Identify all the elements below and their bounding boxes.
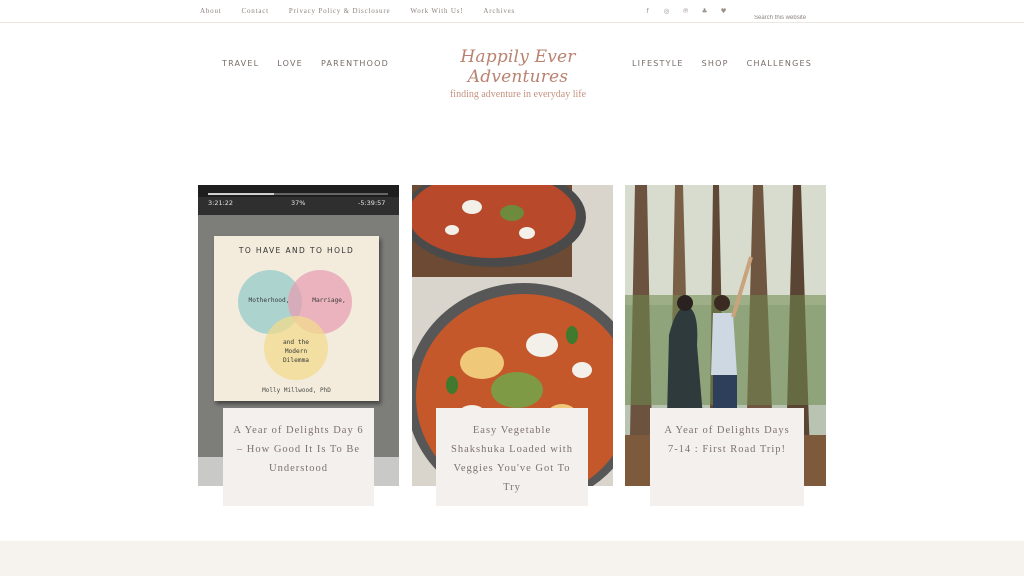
post-card-2-title[interactable]: Easy Vegetable Shakshuka Loaded with Veg… [436,408,588,506]
top-nav-privacy-link[interactable]: Privacy Policy & Disclosure [289,7,391,15]
book-circle-left-label: Motherhood, [248,297,290,304]
footer-band [0,541,1024,576]
main-nav-right: LIFESTYLE SHOP CHALLENGES [632,59,812,68]
book-circle-right-label: Marriage, [312,297,346,304]
book-circle-bottom-label: and the Modern Dilemma [282,339,310,364]
bloglovin-icon[interactable]: ♣ [701,7,708,15]
search-input[interactable] [754,15,826,21]
site-tagline: finding adventure in everyday life [449,89,587,100]
twitter-icon[interactable]: ♥ [720,7,727,15]
book-title: TO HAVE AND TO HOLD [238,246,355,255]
nav-item-parenthood[interactable]: PARENTHOOD [321,59,389,68]
nav-item-shop[interactable]: SHOP [702,59,729,68]
site-logo[interactable]: Happily Ever Adventures finding adventur… [418,47,618,100]
top-nav-about-link[interactable]: About [200,7,222,15]
site-title[interactable]: Happily Ever Adventures [418,47,618,87]
post-card-3-title[interactable]: A Year of Delights Days 7-14 : First Roa… [650,408,804,506]
venn-diagram [238,270,352,380]
main-nav-left: TRAVEL LOVE PARENTHOOD [222,59,389,68]
progress-percent: 37% [291,199,306,207]
post-card-1-title[interactable]: A Year of Delights Day 6 – How Good It I… [223,408,374,506]
nav-item-challenges[interactable]: CHALLENGES [747,59,812,68]
nav-item-lifestyle[interactable]: LIFESTYLE [632,59,684,68]
facebook-icon[interactable]: f [644,7,651,15]
nav-item-travel[interactable]: TRAVEL [222,59,259,68]
book-cover: TO HAVE AND TO HOLD Motherhood, Marriage… [214,236,379,401]
top-nav: About Contact Privacy Policy & Disclosur… [200,7,515,15]
nav-item-love[interactable]: LOVE [277,59,303,68]
social-icons: f ◎ ℗ ♣ ♥ [644,7,727,15]
top-nav-archives-link[interactable]: Archives [483,7,515,15]
instagram-icon[interactable]: ◎ [663,7,670,15]
top-nav-work-with-us-link[interactable]: Work With Us! [410,7,463,15]
top-bar: About Contact Privacy Policy & Disclosur… [0,0,1024,23]
top-nav-contact-link[interactable]: Contact [242,7,269,15]
time-remaining: -5:39:57 [358,199,386,207]
time-elapsed: 3:21:22 [208,199,234,207]
pinterest-icon[interactable]: ℗ [682,7,689,15]
search-box [754,6,826,21]
book-author: Molly Millwood, PhD [262,387,331,394]
